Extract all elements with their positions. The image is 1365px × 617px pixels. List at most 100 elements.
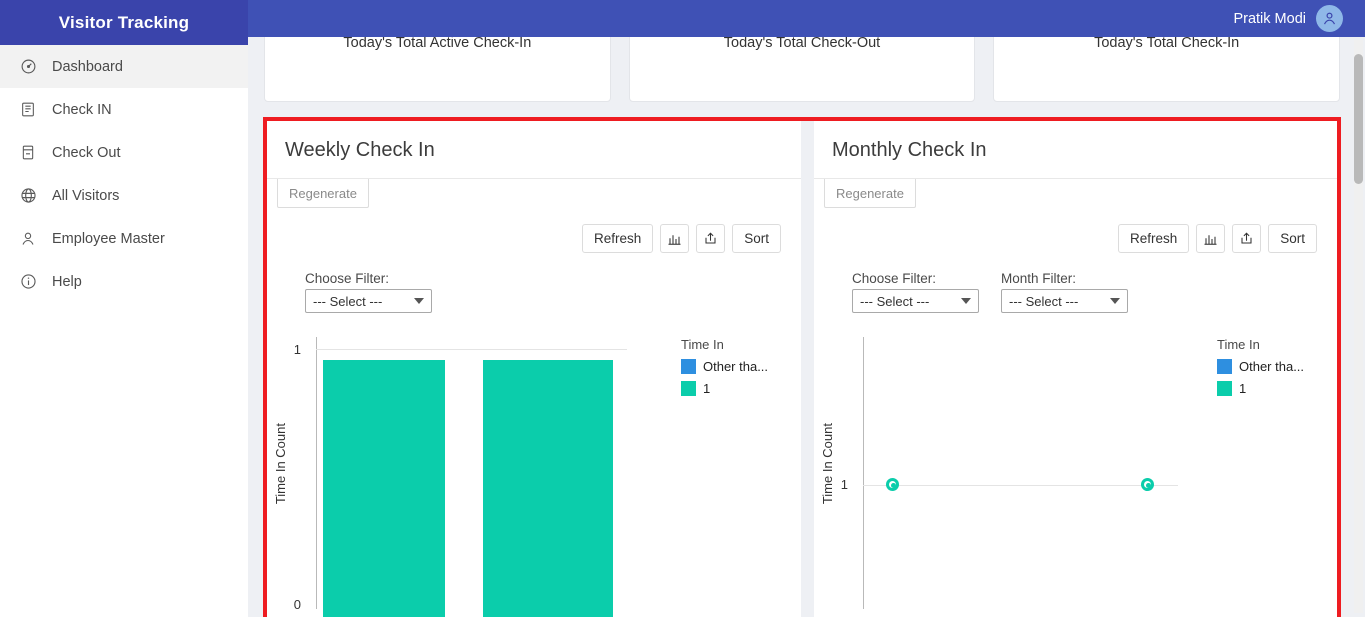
weekly-panel-title: Weekly Check In <box>285 139 435 161</box>
card-label: Today's Total Active Check-In <box>343 35 532 51</box>
weekly-y-axis-label: Time In Count <box>273 423 288 505</box>
weekly-sort-button[interactable]: Sort <box>732 224 781 253</box>
panel-gutter <box>801 121 814 617</box>
sidebar-item-label: Dashboard <box>52 58 123 75</box>
monthly-chart: Time In Other tha... 1 Time In Count 1 <box>814 335 1337 617</box>
monthly-export-button[interactable] <box>1232 224 1262 253</box>
weekly-choose-filter-group: Choose Filter: --- Select --- <box>305 271 432 313</box>
legend-swatch-other <box>681 359 696 374</box>
chevron-down-icon <box>961 298 971 304</box>
export-upload-icon <box>703 231 718 246</box>
topbar: Pratik Modi <box>248 0 1365 37</box>
monthly-filters: Choose Filter: --- Select --- Month Filt… <box>814 253 1337 313</box>
sidebar-nav: Dashboard Check IN Check Out All Visitor… <box>0 45 248 303</box>
monthly-y-axis-line <box>863 337 864 609</box>
legend-item[interactable]: 1 <box>681 381 793 396</box>
monthly-month-filter-select[interactable]: --- Select --- <box>1001 289 1128 313</box>
weekly-check-in-panel: Weekly Check In Regenerate Refresh Sort … <box>267 121 801 617</box>
sidebar: Visitor Tracking Dashboard Check IN Chec… <box>0 0 248 617</box>
legend-swatch-one <box>681 381 696 396</box>
main-content: Today's Total Active Check-In Today's To… <box>248 0 1365 617</box>
weekly-regenerate-button[interactable]: Regenerate <box>277 179 369 208</box>
charts-highlight-region: Weekly Check In Regenerate Refresh Sort … <box>263 117 1341 617</box>
sidebar-item-label: Check Out <box>52 144 121 161</box>
weekly-bar-2[interactable] <box>483 360 613 617</box>
bar-chart-icon <box>667 232 682 246</box>
point-core <box>1146 483 1151 488</box>
weekly-choose-filter-label: Choose Filter: <box>305 271 390 286</box>
sidebar-item-help[interactable]: Help <box>0 260 248 303</box>
weekly-bar-1[interactable] <box>323 360 445 617</box>
monthly-regenerate-button[interactable]: Regenerate <box>824 179 916 208</box>
checkout-door-icon <box>18 143 38 163</box>
avatar[interactable] <box>1316 5 1343 32</box>
legend-label: 1 <box>1239 381 1247 396</box>
weekly-plot-area: Time In Count 1 0 <box>267 335 667 617</box>
topbar-user-name: Pratik Modi <box>1233 10 1306 27</box>
weekly-choose-filter-select[interactable]: --- Select --- <box>305 289 432 313</box>
weekly-export-button[interactable] <box>696 224 726 253</box>
select-value: --- Select --- <box>860 293 930 309</box>
vertical-scrollbar[interactable] <box>1354 40 1363 613</box>
user-icon <box>18 229 38 249</box>
sidebar-item-check-in[interactable]: Check IN <box>0 88 248 131</box>
legend-title: Time In <box>681 337 724 352</box>
monthly-choose-filter-group: Choose Filter: --- Select --- <box>852 271 979 313</box>
scrollbar-thumb[interactable] <box>1354 54 1363 184</box>
monthly-data-point-2[interactable] <box>1141 478 1154 491</box>
legend-item[interactable]: Other tha... <box>681 359 793 374</box>
weekly-filters: Choose Filter: --- Select --- <box>267 253 801 313</box>
monthly-sort-button[interactable]: Sort <box>1268 224 1317 253</box>
scrollable-dashboard: Today's Total Active Check-In Today's To… <box>248 0 1365 617</box>
monthly-y-tick: 1 <box>840 477 848 492</box>
weekly-refresh-button[interactable]: Refresh <box>581 224 654 253</box>
sidebar-item-employee-master[interactable]: Employee Master <box>0 217 248 260</box>
card-label: Today's Total Check-In <box>1094 35 1240 51</box>
monthly-refresh-button[interactable]: Refresh <box>1117 224 1190 253</box>
chevron-down-icon <box>1110 298 1120 304</box>
monthly-month-filter-label: Month Filter: <box>1001 271 1077 286</box>
sidebar-item-label: Check IN <box>52 101 112 118</box>
legend-label: 1 <box>703 381 711 396</box>
app-brand-title: Visitor Tracking <box>0 0 248 45</box>
weekly-regenerate-row: Regenerate <box>267 179 801 208</box>
weekly-chart-toolbar: Refresh Sort <box>267 208 801 253</box>
card-label: Today's Total Check-Out <box>723 35 881 51</box>
weekly-gridline-top <box>316 349 627 350</box>
monthly-chart-type-button[interactable] <box>1196 224 1226 253</box>
legend-label: Other tha... <box>1239 359 1305 374</box>
sidebar-item-label: All Visitors <box>52 187 120 204</box>
weekly-chart: Time In Other tha... 1 Time In Count 1 0 <box>267 335 801 617</box>
weekly-chart-type-button[interactable] <box>660 224 690 253</box>
select-value: --- Select --- <box>313 293 383 309</box>
weekly-y-tick-bottom: 0 <box>293 597 301 612</box>
app-root: Visitor Tracking Dashboard Check IN Chec… <box>0 0 1365 617</box>
select-value: --- Select --- <box>1009 293 1079 309</box>
sidebar-item-label: Help <box>52 273 82 290</box>
checkin-list-icon <box>18 100 38 120</box>
monthly-choose-filter-select[interactable]: --- Select --- <box>852 289 979 313</box>
sidebar-item-dashboard[interactable]: Dashboard <box>0 45 248 88</box>
weekly-chart-legend: Time In Other tha... 1 <box>681 337 793 403</box>
bar-chart-icon <box>1203 232 1218 246</box>
chevron-down-icon <box>414 298 424 304</box>
monthly-panel-title: Monthly Check In <box>832 139 987 161</box>
dashboard-gauge-icon <box>18 57 38 77</box>
weekly-y-tick-top: 1 <box>293 342 301 357</box>
sidebar-item-label: Employee Master <box>52 230 165 247</box>
monthly-choose-filter-label: Choose Filter: <box>852 271 937 286</box>
user-avatar-icon <box>1323 12 1336 25</box>
sidebar-item-check-out[interactable]: Check Out <box>0 131 248 174</box>
monthly-chart-toolbar: Refresh Sort <box>814 208 1337 253</box>
globe-icon <box>18 186 38 206</box>
weekly-y-axis-line <box>316 337 317 609</box>
monthly-data-point-1[interactable] <box>886 478 899 491</box>
monthly-plot-area: Time In Count 1 <box>814 335 1234 617</box>
monthly-check-in-panel: Monthly Check In Regenerate Refresh Sort… <box>814 121 1337 617</box>
info-circle-icon <box>18 272 38 292</box>
point-core <box>891 483 896 488</box>
monthly-month-filter-group: Month Filter: --- Select --- <box>1001 271 1128 313</box>
sidebar-item-all-visitors[interactable]: All Visitors <box>0 174 248 217</box>
export-upload-icon <box>1239 231 1254 246</box>
monthly-gridline <box>863 485 1178 486</box>
